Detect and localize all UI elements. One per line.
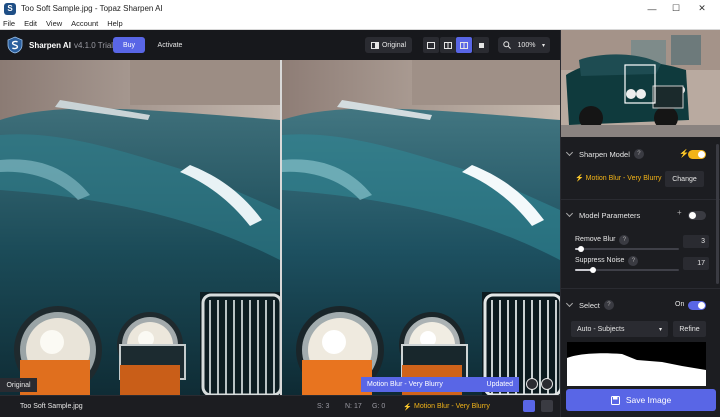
app-icon: S — [4, 2, 16, 15]
zoom-value: 100% — [517, 41, 536, 49]
status-filename: Too Soft Sample.jpg — [20, 403, 83, 410]
processing-model: Motion Blur - Very Blurry — [367, 381, 443, 388]
select-state: On — [675, 301, 685, 308]
original-button-label: Original — [381, 41, 407, 49]
close-button[interactable]: ✕ — [690, 0, 714, 17]
zoom-icon — [503, 41, 511, 49]
select-mode-dropdown[interactable]: Auto - Subjects ▾ — [571, 321, 668, 337]
buy-button[interactable]: Buy — [113, 37, 145, 53]
activate-button[interactable]: Activate — [151, 37, 189, 53]
brand-name: Sharpen AI v4.1.0 Trial — [29, 41, 113, 50]
original-badge: Original — [0, 378, 37, 392]
help-icon[interactable]: ? — [619, 235, 630, 245]
help-icon[interactable]: ? — [633, 149, 644, 159]
chevron-down-icon: ▾ — [658, 326, 662, 333]
status-bar: Too Soft Sample.jpg S: 3 N: 17 G: 0 ⚡ Mo… — [0, 395, 560, 417]
menu-edit[interactable]: Edit — [24, 19, 37, 28]
chevron-down-icon — [565, 299, 574, 308]
zoom-dropdown[interactable]: 100% ▾ — [498, 37, 550, 53]
lightning-icon: ⚡ — [403, 403, 412, 411]
chevron-down-icon: ▾ — [541, 42, 545, 49]
toolbar: Sharpen AIv4.1.0 Trial ? Buy Activate Or… — [0, 30, 560, 60]
menu-account[interactable]: Account — [71, 19, 98, 28]
save-image-button[interactable]: Save Image — [566, 389, 716, 411]
preview-view-icon — [478, 42, 484, 48]
maximize-button[interactable]: ☐ — [664, 0, 688, 17]
remove-blur-value[interactable]: 3 — [683, 235, 709, 248]
navigator-thumbnail[interactable] — [561, 30, 720, 137]
select-mode-value: Auto - Subjects — [577, 325, 625, 333]
save-image-label: Save Image — [625, 395, 672, 405]
single-view-button[interactable] — [423, 37, 439, 53]
sharpen-model-toggle[interactable] — [688, 150, 706, 159]
suppress-noise-value[interactable]: 17 — [683, 257, 709, 270]
menu-bar: File Edit View Account Help — [0, 17, 720, 30]
original-image-pane[interactable] — [0, 60, 280, 395]
model-name-text: Motion Blur - Very Blurry — [585, 175, 662, 182]
model-parameters-heading: Model Parameters — [579, 210, 641, 220]
camera-icon[interactable] — [523, 400, 535, 412]
title-bar: S Too Soft Sample.jpg - Topaz Sharpen AI… — [0, 0, 720, 17]
save-icon — [610, 395, 620, 405]
menu-view[interactable]: View — [46, 19, 62, 28]
chevron-down-icon — [565, 209, 574, 218]
chevron-down-icon — [565, 148, 574, 157]
status-s-value: S: 3 — [317, 403, 330, 410]
image-viewport[interactable]: Original Motion Blur - Very Blurry Updat… — [0, 60, 560, 395]
split-view-button[interactable] — [440, 37, 456, 53]
status-model: Motion Blur - Very Blurry — [414, 403, 490, 410]
select-toggle[interactable] — [688, 301, 706, 310]
processing-state: Updated — [486, 381, 513, 388]
original-button[interactable]: Original — [365, 37, 412, 53]
status-g-value: G: 0 — [372, 403, 386, 410]
brand-title: Sharpen AI — [29, 40, 71, 50]
sharpen-model-heading: Sharpen Model — [579, 149, 630, 159]
model-parameters-toggle[interactable] — [688, 211, 706, 220]
menu-file[interactable]: File — [3, 19, 15, 28]
help-icon[interactable]: ? — [603, 300, 614, 310]
sharpen-logo-icon — [6, 36, 24, 54]
single-view-icon — [427, 41, 435, 49]
split-view-icon — [444, 41, 452, 49]
processing-status-bar: Motion Blur - Very Blurry Updated — [361, 377, 519, 392]
remove-blur-handle[interactable] — [578, 246, 585, 252]
more-options-icon[interactable] — [541, 378, 553, 390]
compare-divider[interactable] — [280, 60, 282, 395]
status-n-value: N: 17 — [345, 403, 362, 410]
side-by-side-icon — [460, 41, 468, 49]
right-panel: Sharpen Model ? ⚡ ⚡ Motion Blur - Very B… — [560, 30, 720, 417]
lightning-icon: ⚡ — [575, 175, 586, 182]
select-heading: Select — [579, 300, 600, 310]
compare-circle-icon[interactable] — [526, 378, 538, 390]
section-divider — [561, 288, 720, 289]
panel-scrollbar[interactable] — [716, 144, 719, 284]
selection-mask-preview — [567, 342, 706, 386]
compare-icon — [370, 41, 379, 49]
remove-blur-label: Remove Blur? — [575, 235, 630, 245]
model-name: ⚡ Motion Blur - Very Blurry — [575, 174, 662, 182]
version-label: v4.1.0 Trial — [73, 40, 114, 50]
menu-help[interactable]: Help — [107, 19, 122, 28]
trash-icon[interactable] — [541, 400, 553, 412]
suppress-noise-handle[interactable] — [589, 267, 596, 273]
suppress-noise-label: Suppress Noise? — [575, 256, 639, 266]
refine-button[interactable]: Refine — [673, 321, 706, 337]
suppress-noise-slider[interactable] — [575, 267, 679, 273]
sharpened-image-pane[interactable] — [282, 60, 560, 395]
remove-blur-slider[interactable] — [575, 246, 679, 252]
side-by-side-view-button[interactable] — [456, 37, 472, 53]
remove-blur-text: Remove Blur — [575, 236, 616, 243]
suppress-noise-text: Suppress Noise — [575, 257, 625, 264]
change-model-button[interactable]: Change — [665, 171, 704, 187]
window-title: Too Soft Sample.jpg - Topaz Sharpen AI — [21, 4, 163, 13]
lightning-icon: + — [677, 208, 682, 217]
preview-view-button[interactable] — [473, 37, 489, 53]
minimize-button[interactable]: — — [640, 0, 664, 17]
section-divider — [561, 199, 720, 200]
help-icon[interactable]: ? — [628, 256, 639, 266]
